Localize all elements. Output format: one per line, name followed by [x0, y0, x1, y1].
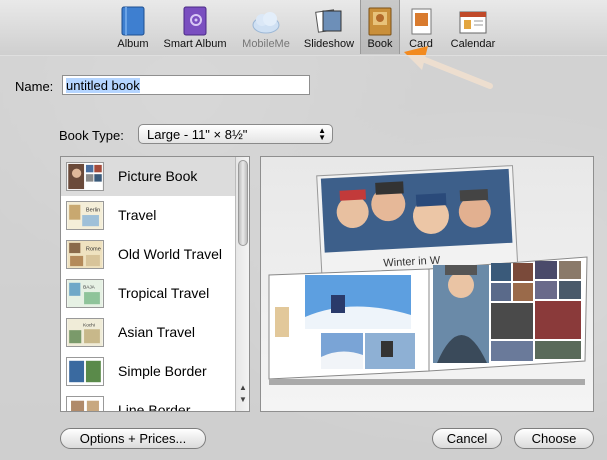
toolbar-book[interactable]: Book: [360, 0, 400, 54]
theme-list-scrollbar[interactable]: ▲ ▼: [235, 157, 249, 411]
popup-arrows-icon: ▲ ▼: [318, 126, 326, 142]
theme-travel[interactable]: Berlin Travel: [61, 196, 235, 235]
book-type-label: Book Type:: [59, 128, 124, 143]
name-input[interactable]: untitled book: [62, 75, 310, 95]
book-icon: [368, 7, 392, 36]
svg-text:Berlin: Berlin: [86, 207, 100, 213]
options-prices-button[interactable]: Options + Prices...: [60, 428, 206, 449]
theme-line-border[interactable]: Line Border: [61, 391, 235, 411]
cancel-button[interactable]: Cancel: [432, 428, 502, 449]
book-type-popup[interactable]: Large - 11" × 8½" ▲ ▼: [138, 124, 333, 144]
simple-border-thumbnail: [66, 357, 104, 386]
album-icon: [121, 6, 145, 36]
theme-asian-travel[interactable]: Kochi Asian Travel: [61, 313, 235, 352]
theme-tropical-travel[interactable]: BAJA Tropical Travel: [61, 274, 235, 313]
old-world-travel-thumbnail: Rome: [66, 240, 104, 269]
theme-old-world-travel[interactable]: Rome Old World Travel: [61, 235, 235, 274]
picture-book-preview-image: Winter in W: [268, 165, 588, 385]
slideshow-icon: [315, 9, 342, 33]
scrollbar-knob[interactable]: [238, 160, 248, 246]
toolbar-slideshow[interactable]: Slideshow: [300, 0, 358, 54]
tropical-travel-thumbnail: BAJA: [66, 279, 104, 308]
picture-book-thumbnail: [66, 162, 104, 191]
line-border-thumbnail: [66, 396, 104, 411]
name-label: Name:: [15, 79, 54, 94]
svg-text:Kochi: Kochi: [83, 322, 95, 327]
theme-simple-border[interactable]: Simple Border: [61, 352, 235, 391]
calendar-icon: [459, 11, 487, 34]
toolbar-album[interactable]: Album: [108, 0, 158, 54]
scroll-down-arrow-icon[interactable]: ▼: [239, 395, 247, 404]
theme-list[interactable]: Picture Book Berlin Travel Rome Old Worl…: [60, 156, 250, 412]
asian-travel-thumbnail: Kochi: [66, 318, 104, 347]
toolbar-smart-album[interactable]: Smart Album: [160, 0, 230, 54]
svg-text:Rome: Rome: [86, 246, 101, 252]
theme-picture-book[interactable]: Picture Book: [61, 157, 235, 196]
travel-thumbnail: Berlin: [66, 201, 104, 230]
scroll-up-arrow-icon[interactable]: ▲: [239, 383, 247, 392]
svg-text:BAJA: BAJA: [83, 284, 96, 289]
toolbar-mobileme[interactable]: MobileMe: [234, 0, 298, 54]
project-type-toolbar: Album Smart Album MobileMe Slideshow Boo…: [0, 0, 607, 56]
choose-button[interactable]: Choose: [514, 428, 594, 449]
smart-album-icon: [183, 6, 207, 36]
mobileme-cloud-icon: [252, 12, 280, 34]
theme-preview: Winter in W: [260, 156, 594, 412]
card-icon: [411, 8, 432, 35]
